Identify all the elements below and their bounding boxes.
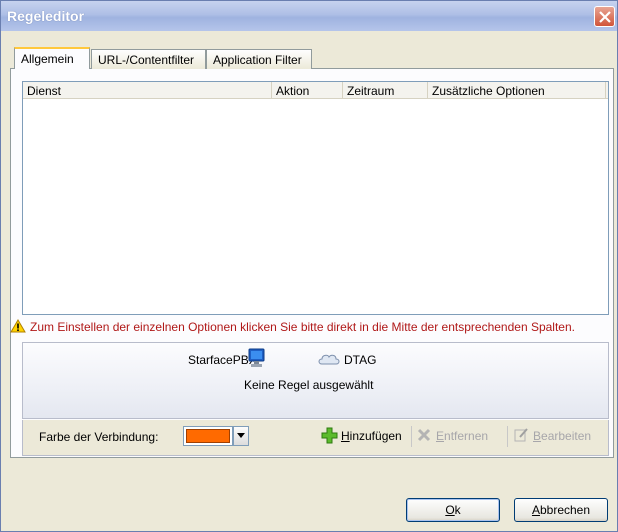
tab-url-contentfilter[interactable]: URL-/Contentfilter [91,49,206,69]
tab-label: URL-/Contentfilter [98,53,195,67]
remove-button[interactable]: Entfernen [416,426,492,447]
column-header-zusaetzliche-optionen[interactable]: Zusätzliche Optionen [428,82,606,98]
cancel-mnemonic: A [531,503,540,517]
edit-button[interactable]: Bearbeiten [513,426,595,447]
color-swatch[interactable] [183,426,233,446]
cancel-label: bbrechen [539,503,591,517]
cancel-button[interactable]: Abbrechen [514,498,608,522]
column-header-aktion[interactable]: Aktion [272,82,343,98]
connection-destination-label: DTAG [344,353,377,367]
tab-application-filter[interactable]: Application Filter [206,49,312,69]
rules-list[interactable]: Dienst Aktion Zeitraum Zusätzliche Optio… [22,81,609,315]
close-button[interactable] [594,6,615,27]
edit-icon [514,428,528,442]
computer-icon [248,348,265,367]
window-title: Regeleditor [7,8,85,24]
tab-label: Allgemein [21,52,74,66]
list-header: Dienst Aktion Zeitraum Zusätzliche Optio… [23,82,608,99]
hint-text: Zum Einstellen der einzelnen Optionen kl… [30,320,575,334]
color-dropdown-button[interactable] [233,426,249,446]
ok-button[interactable]: Ok [406,498,500,522]
toolbar-separator [411,426,412,447]
color-swatch-fill [186,429,230,443]
chevron-down-icon [237,433,245,438]
cloud-icon [318,354,340,365]
connection-source-label: StarfacePBX [188,353,257,367]
add-button[interactable]: Hinzufügen [321,426,406,447]
ok-label: k [454,503,461,517]
close-icon [599,11,611,23]
column-header-zeitraum[interactable]: Zeitraum [343,82,428,98]
column-header-dienst[interactable]: Dienst [23,82,272,98]
connection-status-text: Keine Regel ausgewählt [244,378,374,392]
remove-x-icon [417,428,431,442]
tab-label: Application Filter [213,53,302,67]
color-label: Farbe der Verbindung: [39,430,159,444]
title-bar[interactable]: Regeleditor [1,1,617,31]
plus-icon [321,427,338,444]
warning-icon [10,319,26,333]
connection-color-picker[interactable] [183,426,249,446]
ok-mnemonic: O [445,503,455,517]
toolbar-separator [507,426,508,447]
tab-allgemein[interactable]: Allgemein [14,47,90,69]
